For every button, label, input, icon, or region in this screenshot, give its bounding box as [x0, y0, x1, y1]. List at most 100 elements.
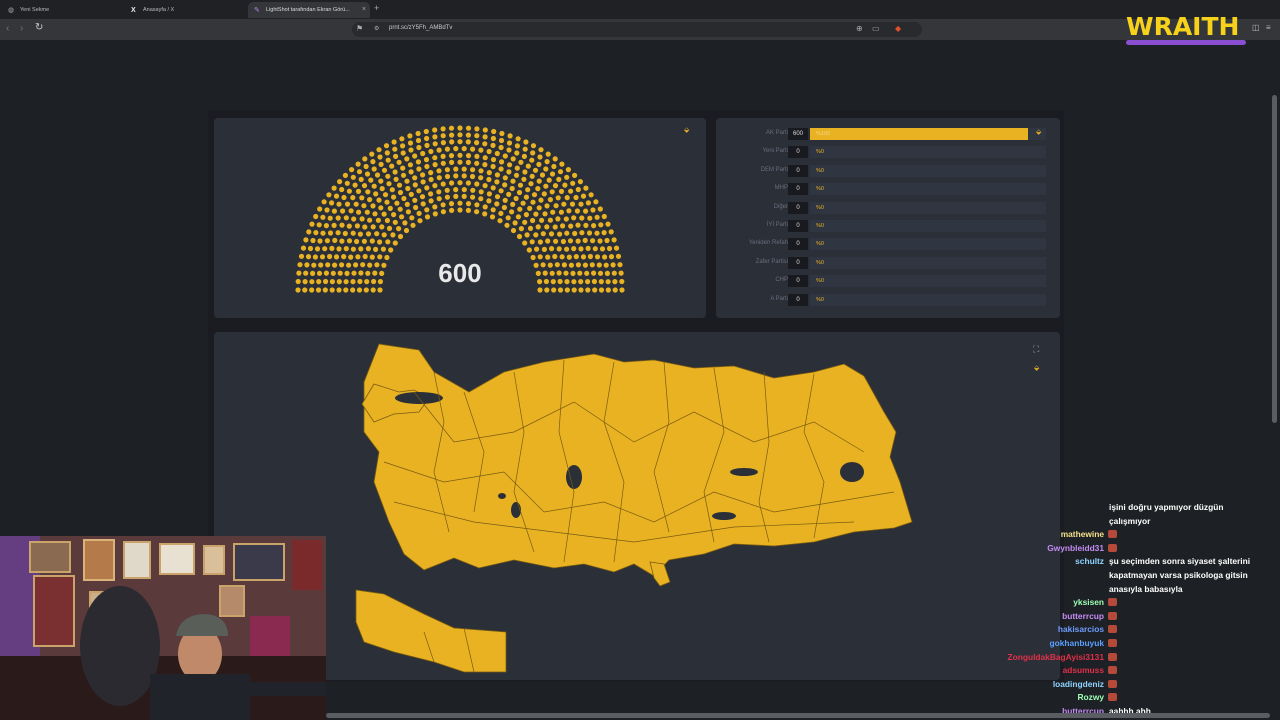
- seat-dot: [362, 156, 368, 162]
- party-row[interactable]: AK Parti 600 %100: [716, 128, 1060, 140]
- seat-dot: [303, 237, 309, 243]
- seat-dot: [494, 179, 500, 185]
- tab-lightshot[interactable]: ✎ LightShot tarafından Ekran Görü... ×: [248, 2, 370, 18]
- menu-icon[interactable]: ≡: [1266, 23, 1271, 32]
- seat-dot: [341, 194, 347, 201]
- reload-icon[interactable]: ↻: [35, 22, 43, 33]
- seat-dot: [564, 230, 570, 236]
- party-name: MHP: [774, 185, 788, 192]
- party-name: CHP: [775, 277, 788, 284]
- seat-dot: [344, 201, 351, 207]
- seat-dot: [465, 125, 472, 131]
- party-row[interactable]: MHP 0 %0: [716, 183, 1060, 196]
- ballot-icon: ⬙: [1036, 129, 1042, 136]
- emote-icon: [1108, 693, 1117, 702]
- new-tab-button[interactable]: +: [374, 3, 379, 13]
- party-row[interactable]: Zafer Partisi 0 %0: [716, 256, 1060, 269]
- party-row[interactable]: Yeni Parti 0 %0: [716, 146, 1060, 159]
- seat-dot: [534, 246, 540, 252]
- vertical-scrollbar[interactable]: [1272, 95, 1277, 423]
- party-row[interactable]: DEM Parti 0 %0: [716, 164, 1060, 177]
- seat-dot: [416, 188, 422, 194]
- back-icon[interactable]: ‹: [6, 23, 9, 34]
- zoom-icon[interactable]: ⊕: [856, 24, 863, 33]
- party-percent: %0: [816, 167, 824, 174]
- chat-username[interactable]: mathewine: [1061, 529, 1104, 539]
- seat-dot: [613, 245, 620, 251]
- seat-dot: [355, 161, 361, 167]
- close-icon[interactable]: ×: [362, 2, 366, 18]
- seat-dot: [402, 220, 408, 226]
- seat-dot: [465, 153, 472, 159]
- seat-dot: [465, 201, 472, 207]
- site-info-icon[interactable]: ⚙: [374, 25, 379, 32]
- seat-dot: [449, 159, 455, 165]
- seat-dot: [594, 230, 600, 236]
- seat-dot: [530, 143, 537, 149]
- party-row[interactable]: Diğer 0 %0: [716, 201, 1060, 214]
- seat-dot: [324, 207, 330, 213]
- seat-dot: [536, 205, 542, 211]
- chat-username[interactable]: gokhanbuyuk: [1050, 638, 1104, 648]
- bookmark-icon[interactable]: ⚑: [356, 24, 363, 33]
- seat-dot: [490, 207, 496, 213]
- seat-dot: [611, 237, 617, 243]
- seat-dot: [342, 230, 348, 237]
- party-row[interactable]: Yeniden Refah 0 %0: [716, 238, 1060, 251]
- url-text[interactable]: prnt.sc/zY5Fh_AMBdTv: [389, 25, 452, 31]
- seat-dot: [385, 239, 391, 245]
- seat-dot: [536, 178, 542, 184]
- seat-dot: [322, 246, 328, 252]
- seat-dot: [349, 167, 355, 173]
- tab-x-home[interactable]: X Anasayfa / X: [125, 2, 245, 18]
- horizontal-scrollbar[interactable]: [326, 713, 1270, 718]
- seat-dot: [436, 168, 442, 174]
- chat-username[interactable]: adsumuss: [1063, 665, 1104, 675]
- address-bar[interactable]: ⚑ ⚙ prnt.sc/zY5Fh_AMBdTv ⊕ ▭ ◆: [352, 22, 922, 37]
- seat-dot: [321, 199, 327, 205]
- chat-username[interactable]: loadingdeniz: [1053, 679, 1104, 689]
- seat-dot: [461, 187, 467, 193]
- seat-dot: [571, 246, 577, 252]
- seat-dot: [506, 140, 513, 146]
- seat-dot: [545, 151, 551, 157]
- party-row[interactable]: A Parti 0 %0: [716, 293, 1060, 306]
- seat-dot: [560, 238, 566, 245]
- seat-dot: [365, 246, 371, 252]
- brave-shield-icon[interactable]: ◆: [895, 24, 901, 33]
- sidebar-icon[interactable]: ◫: [1252, 23, 1260, 32]
- seat-dot: [549, 246, 555, 252]
- seat-dot: [486, 198, 492, 204]
- emote-icon: [1108, 530, 1117, 539]
- chat-username[interactable]: Rozwy: [1077, 692, 1104, 702]
- seat-dot: [350, 230, 356, 236]
- forward-icon[interactable]: ›: [20, 23, 23, 34]
- chat-username[interactable]: Gwynbleidd31: [1047, 543, 1104, 553]
- seat-dot: [482, 127, 488, 133]
- seat-dot: [461, 193, 467, 199]
- party-row[interactable]: İYİ Parti 0 %0: [716, 220, 1060, 232]
- chat-username[interactable]: ZonguldakBagAyisi3131: [1008, 652, 1105, 662]
- seat-dot: [535, 186, 541, 192]
- seat-dot: [517, 206, 523, 212]
- seat-dot: [412, 175, 418, 181]
- seat-dot: [486, 176, 492, 183]
- seat-dot: [482, 211, 488, 217]
- seat-dot: [415, 130, 421, 137]
- chat-username[interactable]: schultz: [1075, 556, 1104, 566]
- tab-new-tab[interactable]: ◍ Yeni Sekme: [2, 2, 122, 18]
- seat-dot: [440, 209, 446, 215]
- chat-username[interactable]: butterrcup: [1062, 611, 1104, 621]
- chat-username[interactable]: yksisen: [1073, 597, 1104, 607]
- screen-icon[interactable]: ▭: [872, 24, 880, 33]
- seat-dot: [572, 230, 578, 237]
- emote-icon: [1108, 652, 1117, 661]
- chat-username[interactable]: hakisarcios: [1058, 624, 1104, 634]
- seat-dot: [461, 146, 467, 152]
- party-percent: %0: [816, 186, 824, 193]
- party-row[interactable]: CHP 0 %0: [716, 275, 1060, 288]
- seat-dot: [563, 216, 569, 222]
- seat-dot: [527, 225, 534, 231]
- seat-dot: [428, 191, 434, 197]
- seat-dot: [506, 169, 512, 175]
